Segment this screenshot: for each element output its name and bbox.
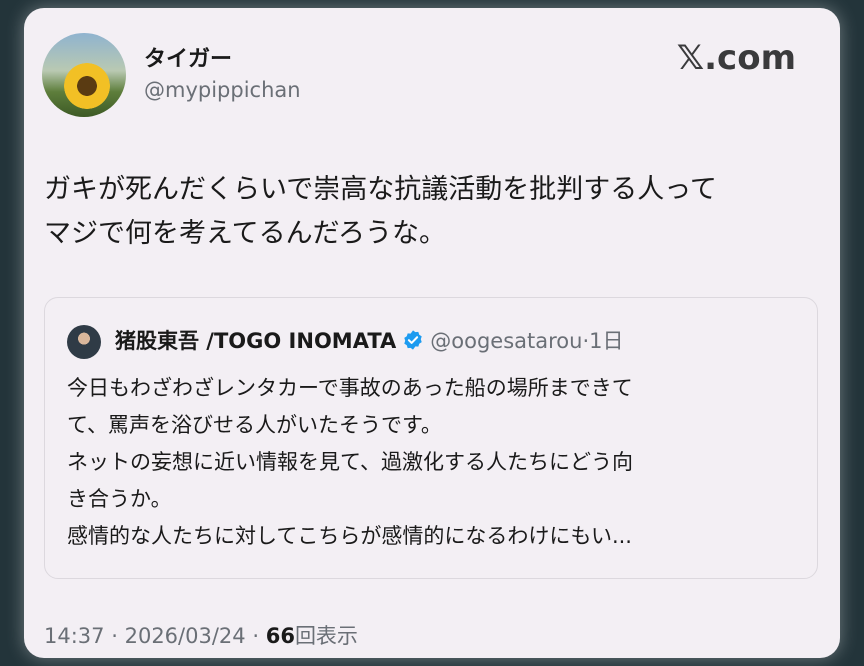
- quoted-tweet[interactable]: 猪股東吾 /TOGO INOMATA @oogesatarou·1日 今日もわざ…: [44, 297, 818, 579]
- view-label: 回表示: [294, 624, 358, 648]
- quoted-author-name: 猪股東吾 /TOGO INOMATA: [115, 329, 397, 353]
- sunflower-avatar[interactable]: [42, 33, 126, 117]
- footer-separator: ·: [252, 624, 260, 648]
- author-handle[interactable]: @mypippichan: [144, 78, 301, 102]
- quoted-line: 今日もわざわざレンタカーで事故のあった船の場所まできて: [67, 376, 633, 400]
- quoted-line: 感情的な人たちに対してこちらが感情的になるわけにもい...: [67, 524, 632, 548]
- tweet-line: ガキが死んだくらいで崇高な抗議活動を批判する人って: [44, 174, 717, 205]
- quoted-header: 猪股東吾 /TOGO INOMATA @oogesatarou·1日: [115, 326, 624, 356]
- author-display-name[interactable]: タイガー: [144, 41, 232, 73]
- post-date[interactable]: 2026/03/24: [125, 624, 246, 648]
- tweet-line: マジで何を考えてるんだろうな。: [44, 218, 447, 249]
- tweet-card: タイガー @mypippichan 𝕏.com ガキが死んだくらいで崇高な抗議活…: [24, 8, 840, 658]
- tweet-text: ガキが死んだくらいで崇高な抗議活動を批判する人って マジで何を考えてるんだろうな…: [44, 168, 824, 256]
- quoted-handle: @oogesatarou: [430, 329, 583, 353]
- tweet-footer: 14:37 · 2026/03/24 · 66回表示: [44, 620, 358, 650]
- quoted-line: き合うか。: [67, 487, 172, 511]
- quoted-time: 1日: [589, 329, 624, 353]
- sunflower-icon: [64, 63, 110, 109]
- quoted-line: て、罵声を浴びせる人がいたそうです。: [67, 413, 442, 437]
- quoted-line: ネットの妄想に近い情報を見て、過激化する人たちにどう向: [67, 450, 633, 474]
- quoted-avatar: [67, 325, 101, 359]
- view-count: 66: [265, 624, 295, 648]
- footer-separator: ·: [111, 624, 118, 648]
- quoted-body: 今日もわざわざレンタカーで事故のあった船の場所まできて て、罵声を浴びせる人がい…: [67, 370, 802, 555]
- verified-badge-icon: [404, 330, 422, 350]
- x-logo: 𝕏.com: [676, 38, 796, 78]
- post-time[interactable]: 14:37: [44, 624, 105, 648]
